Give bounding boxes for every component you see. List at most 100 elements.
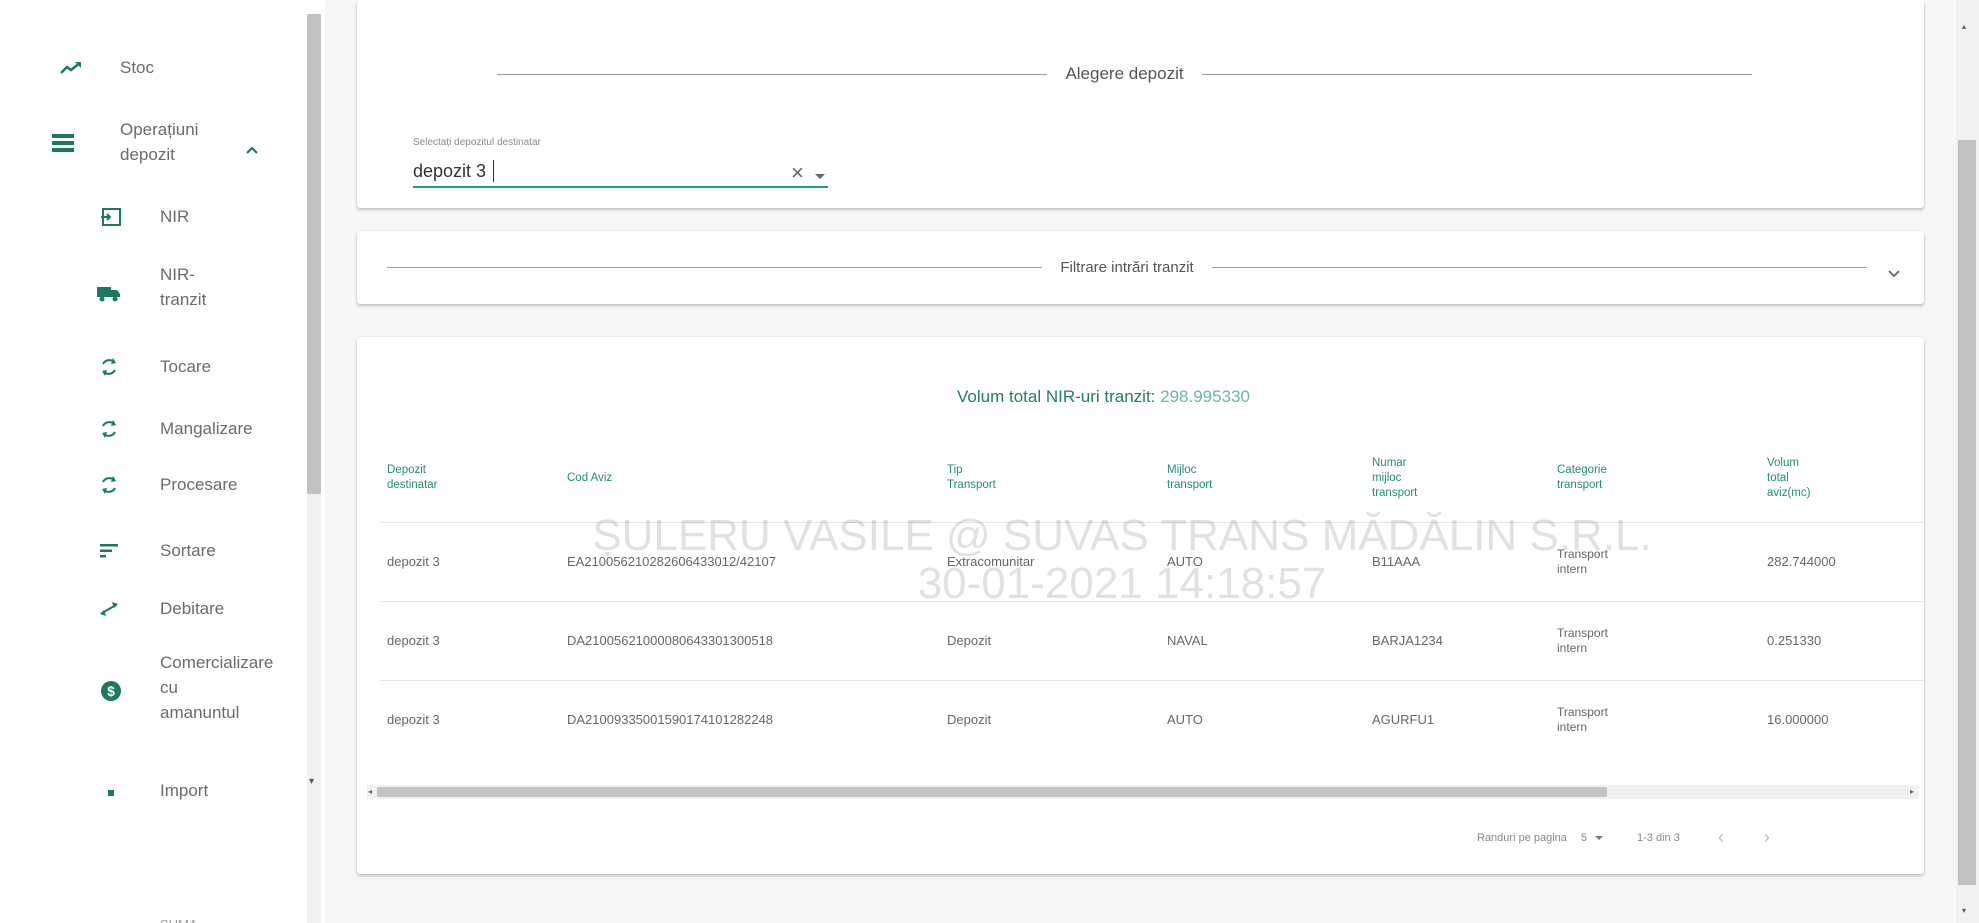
page-scroll-down-icon[interactable]: ▾ [1962,906,1966,915]
total-volume-value: 298.995330 [1160,387,1250,406]
table-cell: BARJA1234 [1366,600,1551,680]
select-depozit-underline [413,186,828,188]
column-header[interactable]: Tip Transport [941,435,1161,522]
sidebar-item-label: Comercializare cu amanuntul [160,653,274,722]
column-header[interactable]: Categorie transport [1551,435,1761,522]
sidebar-item-label: Sortare [160,541,216,560]
scroll-right-icon[interactable]: ▸ [1910,787,1914,796]
sidebar-scroll-down-icon[interactable]: ▾ [309,776,314,787]
sidebar-item-label: NIR- tranzit [160,265,207,309]
table-cell: Transport intern [1551,679,1761,759]
page-range: 1-3 din 3 [1637,831,1680,844]
sidebar-item-nir-tranzit[interactable]: NIR- tranzit [0,260,300,322]
table-header-row: Depozit destinatar Cod Aviz Tip Transpor… [381,435,1924,522]
chevron-down-icon[interactable] [1888,265,1900,283]
table-cell: 0.251330 [1761,600,1924,680]
sidebar-item-nir[interactable]: NIR [0,200,300,234]
svg-text:$: $ [107,683,115,699]
results-card: Volum total NIR-uri tranzit: 298.995330 … [357,337,1924,874]
sidebar-item-label: Operațiuni depozit [120,120,199,164]
table-cell: AUTO [1161,521,1366,601]
dropdown-arrow-icon [1595,835,1604,840]
previous-page-icon[interactable]: ‹ [1718,827,1724,848]
scroll-left-icon[interactable]: ◂ [368,787,372,796]
sidebar-item-operatiuni-depozit[interactable]: Operațiuni depozit [0,112,300,172]
refresh-icon [96,472,122,498]
table-cell: Transport intern [1551,521,1761,601]
sidebar: Stoc Operațiuni depozit NIR NIR- tranzit… [0,0,335,923]
column-header[interactable]: Mijloc transport [1161,435,1366,522]
table-scrollbar-thumb[interactable] [377,787,1607,797]
depozit-card-header: Alegere depozit [497,64,1753,84]
dollar-icon: $ [98,678,124,704]
column-header[interactable]: Volum total aviz(mc) [1761,435,1924,522]
sidebar-item-label: Mangalizare [160,419,253,438]
results-table: Depozit destinatar Cod Aviz Tip Transpor… [381,435,1924,759]
sort-icon [96,538,122,564]
table-cell: B11AAA [1366,521,1551,601]
sidebar-item-comercializare[interactable]: $ Comercializare cu amanuntul [0,648,300,728]
next-page-icon[interactable]: › [1764,827,1770,848]
divider-line [497,73,1048,75]
dropdown-arrow-icon[interactable] [815,174,825,179]
select-depozit-value[interactable]: depozit 3 [413,161,486,182]
sidebar-item-label: NIR [160,207,190,226]
sidebar-item-mangalizare[interactable]: Mangalizare [0,412,300,446]
table-cell: DA21009335001590174101282248 [561,679,941,759]
filter-card-title: Filtrare intrări tranzit [1060,259,1194,276]
column-header[interactable]: Depozit destinatar [381,435,561,522]
page-scroll-up-icon[interactable]: ▴ [1962,22,1966,31]
sidebar-item-tocare[interactable]: Tocare [0,350,300,384]
sidebar-item-import[interactable]: Import [0,774,300,808]
filter-card[interactable]: Filtrare intrări tranzit [357,231,1924,304]
sidebar-item-sortare[interactable]: Sortare [0,534,300,568]
depozit-card: Alegere depozit Selectați depozitul dest… [357,0,1924,208]
sidebar-item-label: Tocare [160,357,212,376]
total-volume-label: Volum total NIR-uri tranzit: [957,387,1156,406]
list-icon [50,130,76,156]
table-cell: AUTO [1161,679,1366,759]
sidebar-item-label: Debitare [160,599,225,618]
table-cell: EA210056210282606433012/42107 [561,521,941,601]
sidebar-item-label: Procesare [160,475,238,494]
table-cell: NAVAL [1161,600,1366,680]
depozit-card-title: Alegere depozit [1065,64,1184,83]
sidebar-item-stoc[interactable]: Stoc [0,50,300,86]
text-cursor [493,160,494,182]
truck-icon [96,280,122,306]
table-cell: Depozit [941,679,1161,759]
pagination: Randuri pe pagina 5 1-3 din 3 ‹ › [1477,827,1770,848]
sidebar-item-label: SUMA [160,912,198,923]
column-header[interactable]: Cod Aviz [561,435,941,522]
table-cell: depozit 3 [381,521,561,601]
column-header[interactable]: Numar mijloc transport [1366,435,1551,522]
filter-card-header: Filtrare intrări tranzit [387,259,1868,276]
swap-icon [96,596,122,622]
table-cell: Depozit [941,600,1161,680]
sidebar-item-label: Import [160,781,209,800]
divider-line [1201,73,1753,75]
table-row[interactable]: depozit 3 EA210056210282606433012/42107 … [381,521,1924,601]
sidebar-item-label: Stoc [120,58,155,77]
rows-per-page-select[interactable]: 5 [1581,832,1604,844]
divider-line [1211,267,1868,268]
table-row[interactable]: depozit 3 DA21009335001590174101282248 D… [381,679,1924,759]
trending-up-icon [58,55,84,81]
chevron-up-icon[interactable] [246,136,258,161]
table-row[interactable]: depozit 3 DA21005621000080643301300518 D… [381,600,1924,680]
page-scrollbar-thumb[interactable] [1958,140,1976,885]
sidebar-item-debitare[interactable]: Debitare [0,592,300,626]
table-cell: DA21005621000080643301300518 [561,600,941,680]
dot-icon [98,780,124,806]
select-depozit-label: Selectați depozitul destinatar [413,137,541,148]
sidebar-item-procesare[interactable]: Procesare [0,468,300,502]
refresh-icon [96,416,122,442]
table-cell: Extracomunitar [941,521,1161,601]
clear-icon[interactable]: × [791,160,804,186]
sidebar-item-partial[interactable]: SUMA [0,908,300,923]
table-cell: 282.744000 [1761,521,1924,601]
sidebar-scrollbar-thumb[interactable] [307,14,321,494]
login-icon [98,204,124,230]
table-cell: Transport intern [1551,600,1761,680]
main-content: Alegere depozit Selectați depozitul dest… [325,0,1956,923]
